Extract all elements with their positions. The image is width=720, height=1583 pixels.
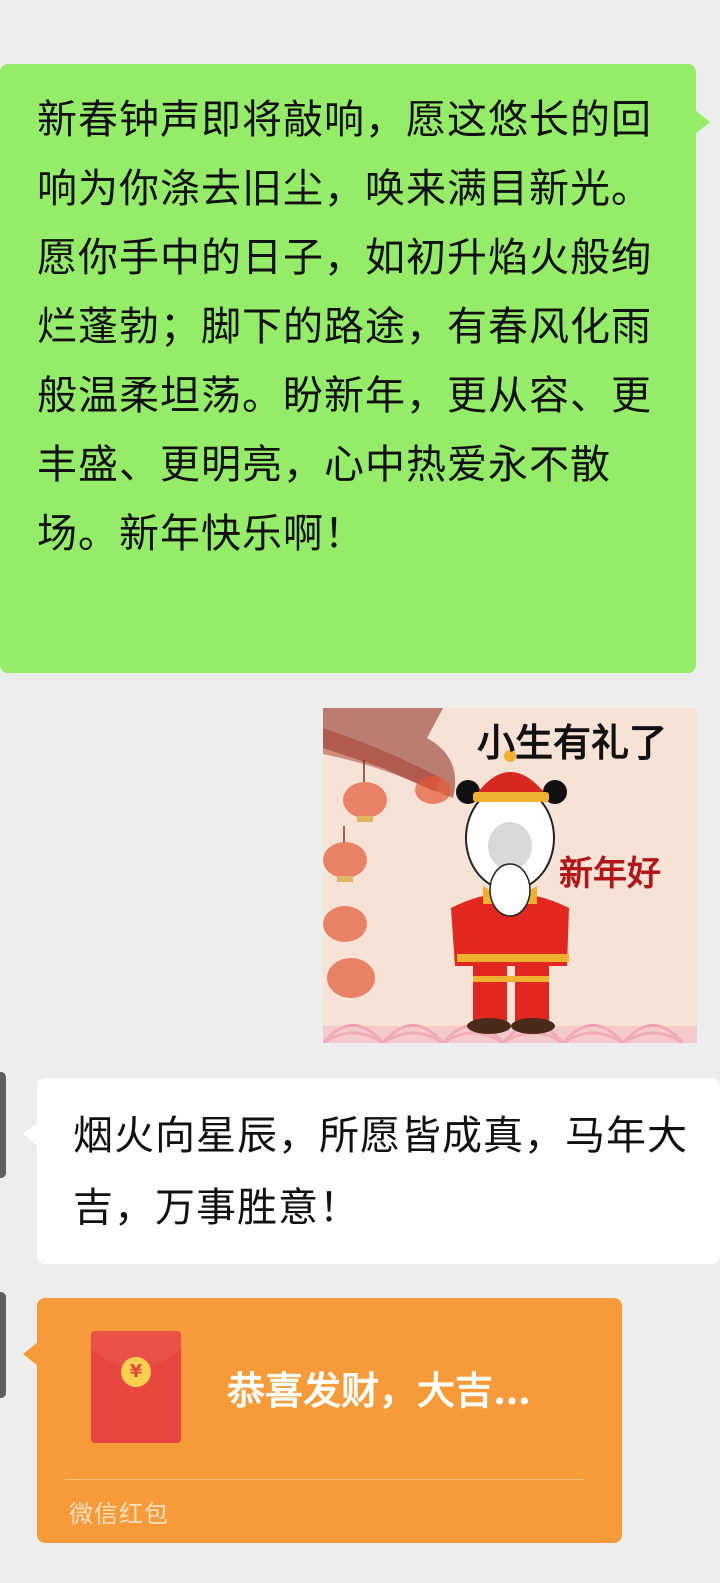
- contact-avatar[interactable]: [0, 1292, 6, 1398]
- coin-icon: ¥: [121, 1357, 151, 1387]
- received-message-bubble[interactable]: 烟火向星辰，所愿皆成真，马年大吉，万事胜意！: [23, 1078, 720, 1264]
- contact-avatar[interactable]: [0, 1072, 6, 1178]
- sent-message-text: 新春钟声即将敲响，愿这悠长的回响为你涤去旧尘，唤来满目新光。愿你手中的日子，如初…: [37, 97, 652, 557]
- bubble-tail: [23, 1342, 38, 1366]
- red-packet-title: 恭喜发财，大吉…: [227, 1368, 532, 1413]
- red-envelope-icon: ¥: [91, 1331, 181, 1443]
- bubble-tail: [695, 110, 710, 134]
- sticker-caption-top: 小生有礼了: [477, 721, 668, 765]
- divider: [65, 1479, 584, 1480]
- received-message-text: 烟火向星辰，所愿皆成真，马年大吉，万事胜意！: [73, 1113, 688, 1231]
- red-packet-card[interactable]: ¥ 恭喜发财，大吉… 微信红包: [23, 1298, 622, 1543]
- sent-message-bubble[interactable]: 新春钟声即将敲响，愿这悠长的回响为你涤去旧尘，唤来满目新光。愿你手中的日子，如初…: [0, 64, 710, 673]
- red-packet-label: 微信红包: [69, 1500, 169, 1528]
- sticker-image[interactable]: 小生有礼了 新年好: [323, 708, 697, 1043]
- bubble-tail: [23, 1122, 38, 1146]
- sticker-caption-side: 新年好: [559, 854, 661, 894]
